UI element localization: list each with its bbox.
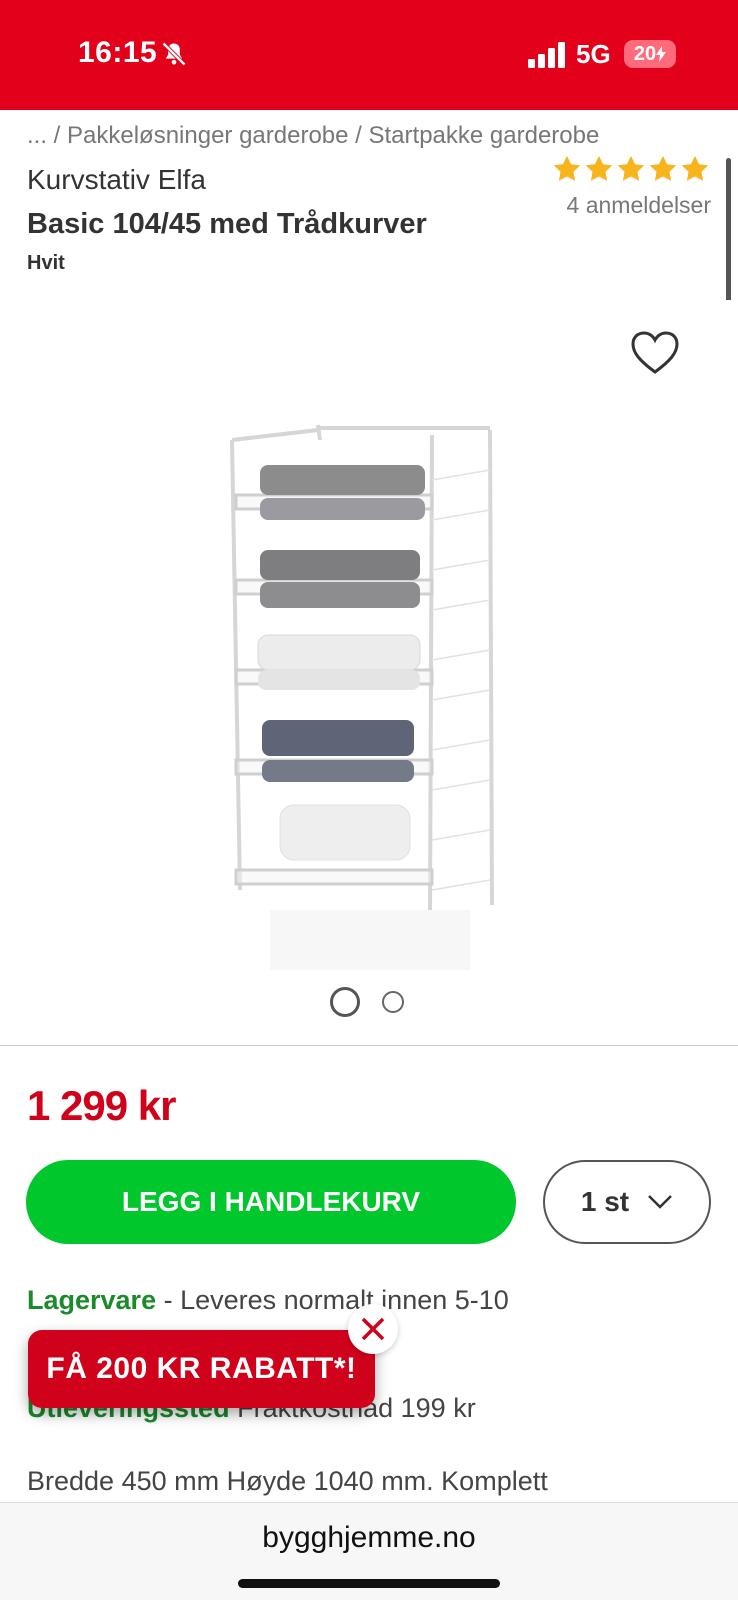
reviews-count[interactable]: 4 anmeldelser <box>567 192 711 219</box>
star-icon <box>681 155 709 181</box>
star-icon <box>585 155 613 181</box>
stock-label: Lagervare <box>27 1285 157 1315</box>
close-icon <box>361 1317 385 1341</box>
promo-banner[interactable]: FÅ 200 KR RABATT*! <box>28 1330 375 1408</box>
bolt-icon <box>656 46 667 62</box>
promo-close-button[interactable] <box>348 1304 398 1354</box>
product-variant: Hvit <box>27 252 65 274</box>
home-indicator[interactable] <box>238 1579 500 1588</box>
product-image[interactable] <box>210 420 530 980</box>
product-title: Basic 104/45 med Trådkurver <box>27 208 427 240</box>
gallery-dot[interactable] <box>382 991 404 1013</box>
divider <box>0 1045 738 1046</box>
heart-icon[interactable] <box>630 330 680 376</box>
network-label: 5G <box>576 39 611 69</box>
stock-text: - Leveres normalt innen 5-10 <box>156 1285 509 1315</box>
bell-muted-icon <box>162 42 186 66</box>
status-bar: 16:15 5G 20 <box>0 0 738 110</box>
star-icon <box>649 155 677 181</box>
battery-level: 20 <box>633 42 657 65</box>
star-icon <box>617 155 645 181</box>
status-time: 16:15 <box>78 36 158 69</box>
stock-status: Lagervare - Leveres normalt innen 5-10 <box>27 1285 509 1316</box>
rating-stars[interactable] <box>552 154 710 184</box>
add-to-cart-button[interactable]: LEGG I HANDLEKURV <box>26 1160 516 1244</box>
star-icon <box>553 155 581 181</box>
quantity-select[interactable]: 1 st <box>543 1160 711 1244</box>
gallery-dot-active[interactable] <box>330 987 360 1017</box>
breadcrumb[interactable]: ... / Pakkeløsninger garderobe / Startpa… <box>27 122 599 150</box>
quantity-value: 1 st <box>580 1186 630 1217</box>
battery-charging-icon: 20 <box>624 40 676 68</box>
product-price: 1 299 kr <box>27 1082 176 1129</box>
chevron-down-icon <box>648 1195 673 1209</box>
browser-url-bar[interactable]: bygghjemme.no <box>0 1502 738 1600</box>
signal-icon <box>528 42 565 68</box>
url-text[interactable]: bygghjemme.no <box>0 1521 738 1555</box>
product-description: Bredde 450 mm Høyde 1040 mm. Komplett <box>27 1466 548 1496</box>
product-brand[interactable]: Kurvstativ Elfa <box>27 164 206 196</box>
